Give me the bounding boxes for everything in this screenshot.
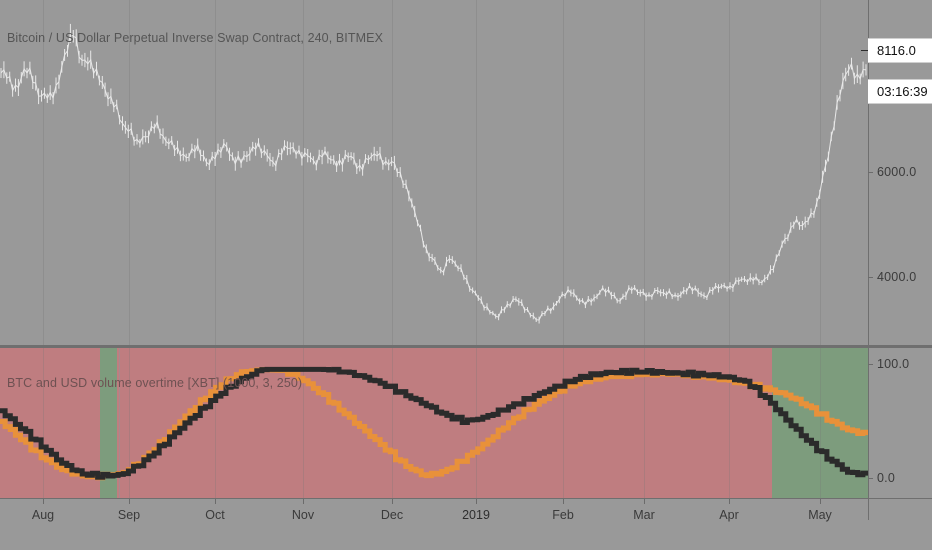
time-axis-line <box>0 498 932 499</box>
time-axis-tick <box>476 499 477 504</box>
time-axis-tick <box>129 499 130 504</box>
time-axis-tick <box>303 499 304 504</box>
time-axis-tick <box>729 499 730 504</box>
price-bars <box>0 23 867 324</box>
indicator-pane[interactable]: BTC and USD volume overtime [XBT] (1000,… <box>0 348 868 498</box>
time-axis-tick <box>43 499 44 504</box>
price-line <box>0 32 867 321</box>
time-axis-label-may: May <box>808 508 832 522</box>
scale-tick <box>868 277 873 278</box>
time-axis-label-2019: 2019 <box>462 508 490 522</box>
last-price-marker <box>861 50 868 51</box>
time-axis-label-sep: Sep <box>117 508 141 522</box>
time-axis-tick <box>215 499 216 504</box>
time-axis-label-oct: Oct <box>205 508 225 522</box>
indicator-pane-title: BTC and USD volume overtime [XBT] (1000,… <box>7 376 303 390</box>
time-axis-label-nov: Nov <box>291 508 315 522</box>
time-axis-label-aug: Aug <box>31 508 55 522</box>
time-axis-label-mar: Mar <box>633 508 655 522</box>
time-axis[interactable]: Aug Sep Oct Nov Dec 2019 Feb Mar Apr May <box>0 498 932 550</box>
price-chart-pane[interactable]: Bitcoin / US Dollar Perpetual Inverse Sw… <box>0 0 868 345</box>
price-axis-label-4000: 4000.0 <box>877 270 917 284</box>
scale-tick <box>868 364 873 365</box>
indicator-axis-label-100: 100.0 <box>877 357 910 371</box>
scale-axis-line <box>868 0 869 498</box>
price-scale[interactable]: 6000.0 4000.0 100.0 0.0 8116.0 03:16:39 <box>861 0 932 498</box>
time-axis-tick <box>644 499 645 504</box>
time-axis-tick <box>392 499 393 504</box>
price-series <box>0 23 867 324</box>
time-axis-label-feb: Feb <box>552 508 574 522</box>
last-price-tag[interactable]: 8116.0 <box>868 38 932 63</box>
indicator-axis-label-0: 0.0 <box>877 471 895 485</box>
time-axis-separator <box>868 498 869 520</box>
bar-countdown-tag[interactable]: 03:16:39 <box>868 79 932 104</box>
time-axis-label-apr: Apr <box>719 508 739 522</box>
time-axis-tick <box>563 499 564 504</box>
indicator-series <box>0 366 868 481</box>
scale-tick <box>868 172 873 173</box>
time-axis-label-dec: Dec <box>380 508 404 522</box>
price-pane-title: Bitcoin / US Dollar Perpetual Inverse Sw… <box>7 31 384 45</box>
time-axis-tick <box>820 499 821 504</box>
price-axis-label-6000: 6000.0 <box>877 165 917 179</box>
scale-tick <box>868 478 873 479</box>
chart-window: Bitcoin / US Dollar Perpetual Inverse Sw… <box>0 0 932 550</box>
